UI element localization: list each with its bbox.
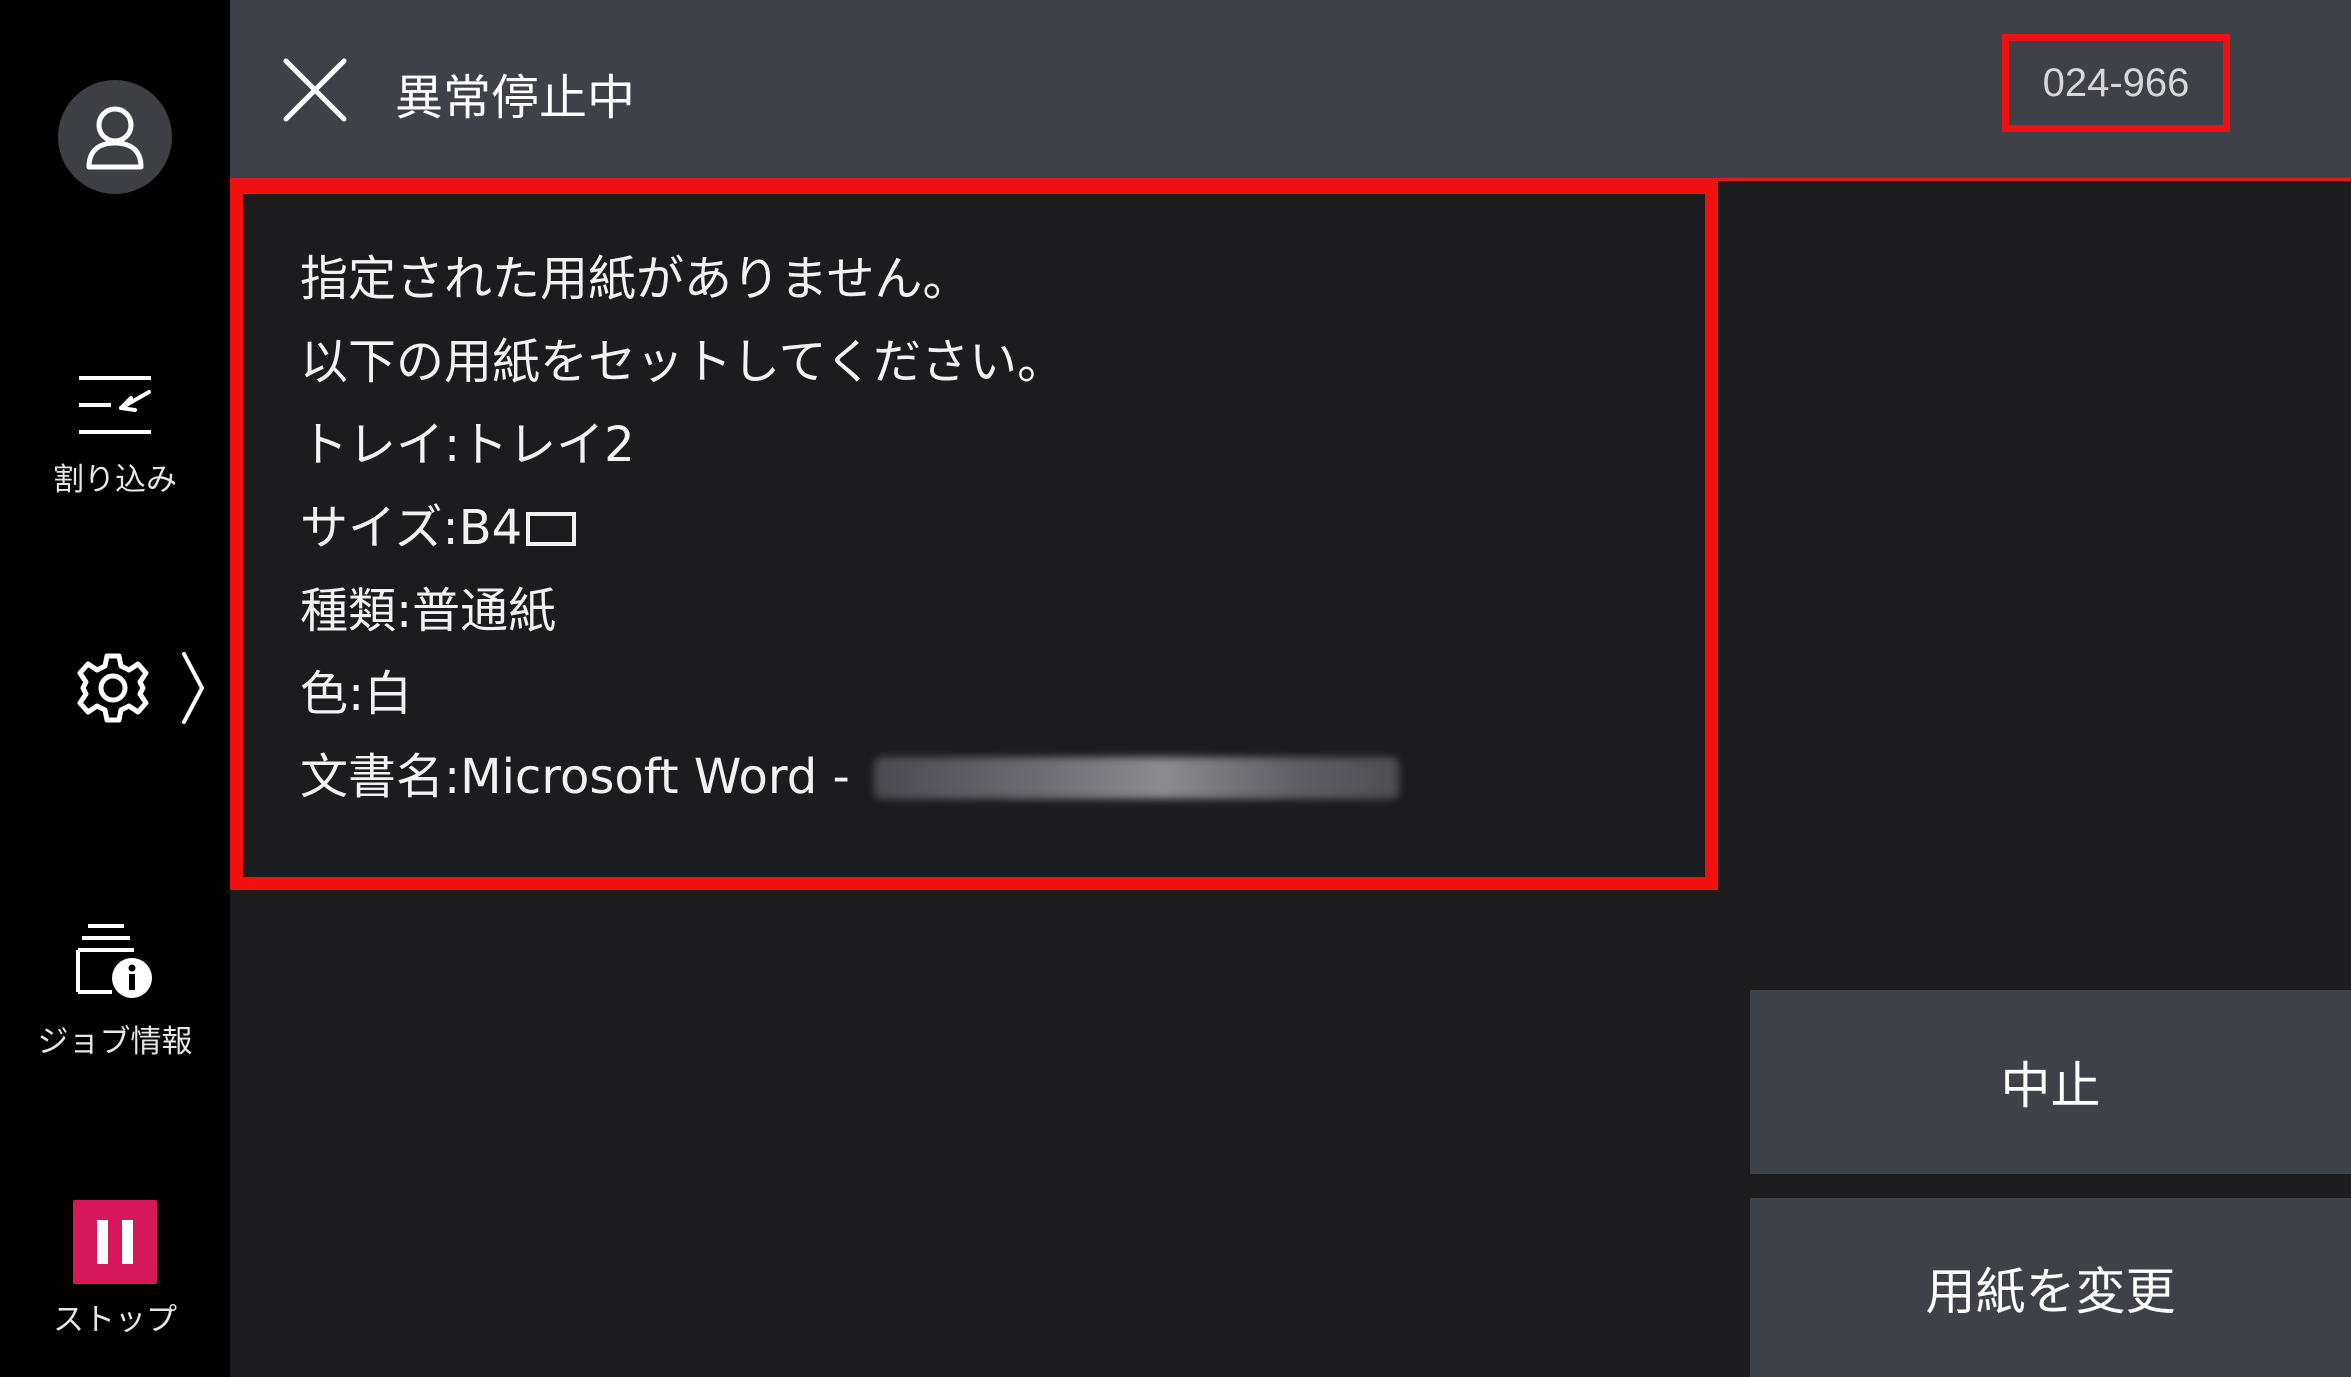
stop-button[interactable]: ストップ bbox=[0, 1200, 230, 1339]
job-info-label: ジョブ情報 bbox=[37, 1024, 193, 1060]
job-info-button[interactable]: ジョブ情報 bbox=[0, 920, 230, 1061]
color-info: 色:白 bbox=[300, 666, 413, 722]
interrupt-label: 割り込み bbox=[53, 462, 177, 498]
chevron-right-icon bbox=[182, 652, 204, 724]
pause-icon bbox=[73, 1200, 157, 1284]
job-info-icon bbox=[76, 924, 152, 998]
message-line: 以下の用紙をセットしてください。 bbox=[300, 334, 1066, 390]
gear-icon bbox=[77, 653, 149, 723]
cancel-button[interactable]: 中止 bbox=[1750, 990, 2351, 1174]
document-name: 文書名:Microsoft Word - bbox=[300, 749, 850, 805]
tray-info: トレイ:トレイ2 bbox=[300, 417, 635, 473]
paper-orientation-icon bbox=[526, 512, 577, 546]
user-account-button[interactable] bbox=[58, 80, 172, 194]
size-value: サイズ:B4 bbox=[300, 500, 523, 556]
message-line: 指定された用紙がありません。 bbox=[300, 251, 971, 307]
page-title: 異常停止中 bbox=[395, 70, 636, 126]
change-paper-button[interactable]: 用紙を変更 bbox=[1750, 1198, 2351, 1377]
stop-label: ストップ bbox=[53, 1302, 177, 1338]
redacted-filename bbox=[873, 757, 1399, 799]
error-message: 指定された用紙がありません。 以下の用紙をセットしてください。 トレイ:トレイ2… bbox=[300, 238, 1399, 819]
document-info: 文書名:Microsoft Word - bbox=[300, 736, 1399, 819]
close-button[interactable] bbox=[270, 55, 350, 125]
interrupt-icon bbox=[79, 376, 151, 434]
type-info: 種類:普通紙 bbox=[300, 583, 557, 639]
close-icon bbox=[283, 58, 347, 122]
size-info: サイズ:B4 bbox=[300, 487, 1399, 570]
error-code-badge: 024-966 bbox=[2002, 34, 2230, 132]
user-icon bbox=[86, 106, 144, 170]
sidebar: 割り込み ジョブ情報 ストップ bbox=[0, 0, 230, 1377]
interrupt-button[interactable]: 割り込み bbox=[0, 370, 230, 499]
settings-button[interactable] bbox=[0, 645, 230, 735]
error-code: 024-966 bbox=[2042, 60, 2190, 105]
